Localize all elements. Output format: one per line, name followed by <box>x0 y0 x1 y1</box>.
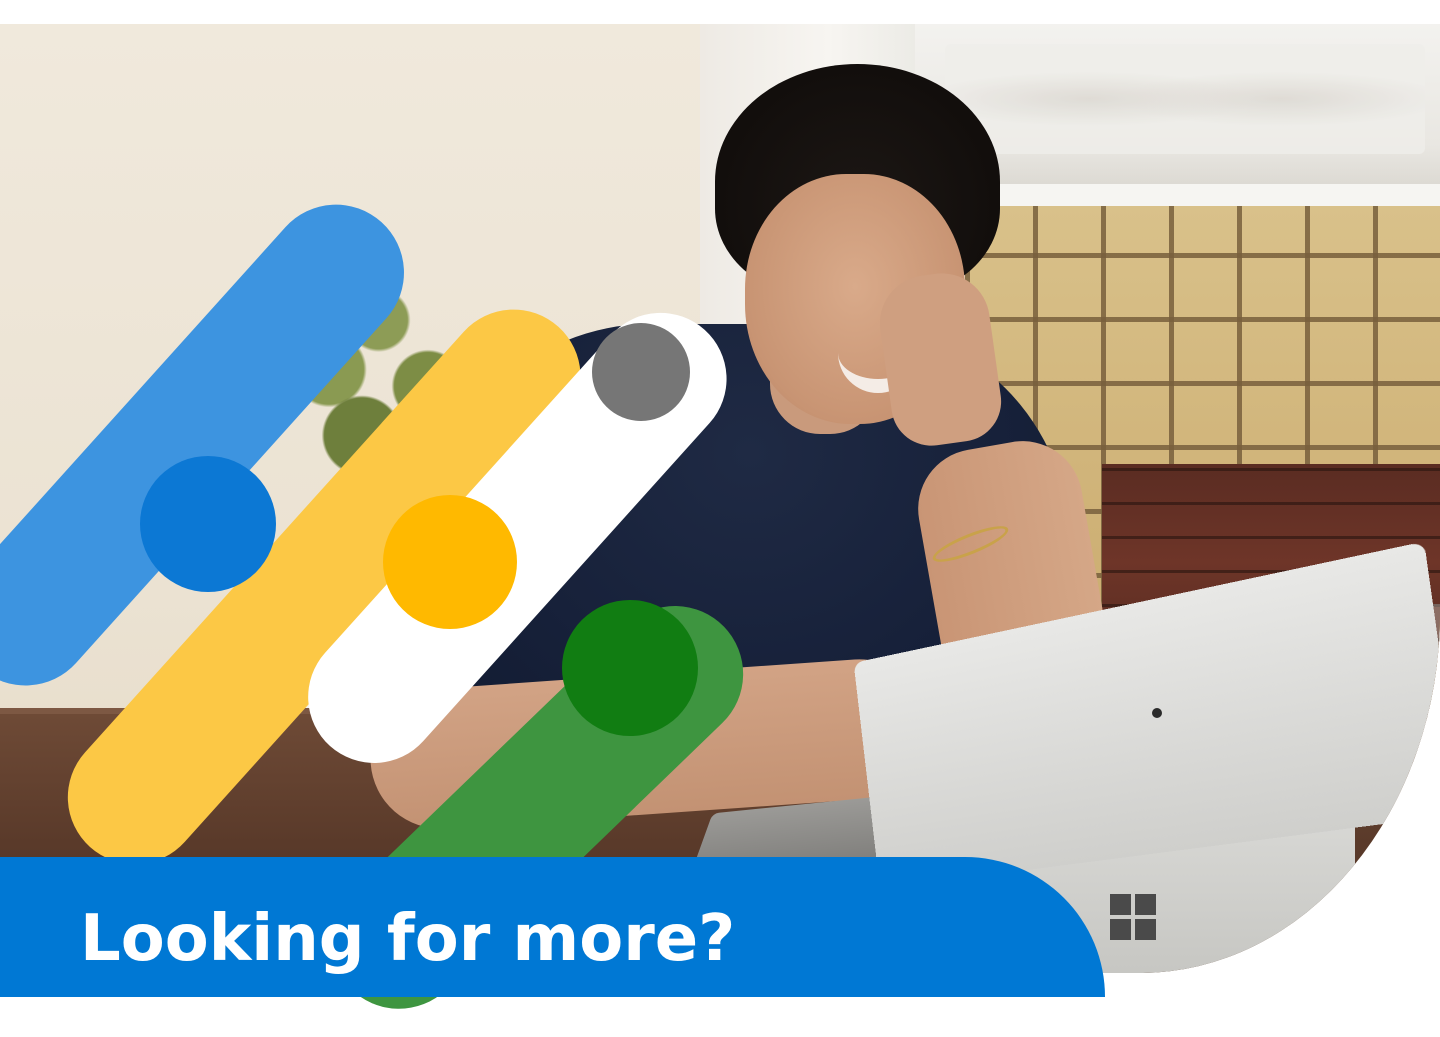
headline: Looking for more? <box>80 902 736 976</box>
top-strip <box>0 0 1440 24</box>
decor-dot-green <box>562 600 698 736</box>
windows-logo-pane <box>1110 894 1131 915</box>
laptop-camera <box>1152 708 1162 718</box>
caption-panel: Looking for more? <box>0 857 1105 997</box>
decor-dot-gray <box>592 323 690 421</box>
decor-dot-yellow <box>383 495 517 629</box>
windows-logo-pane <box>1135 919 1156 940</box>
mantel-carving <box>945 44 1425 154</box>
windows-logo-icon <box>1110 894 1156 940</box>
decor-dot-blue <box>140 456 276 592</box>
windows-logo-pane <box>1135 894 1156 915</box>
windows-logo-pane <box>1110 919 1131 940</box>
